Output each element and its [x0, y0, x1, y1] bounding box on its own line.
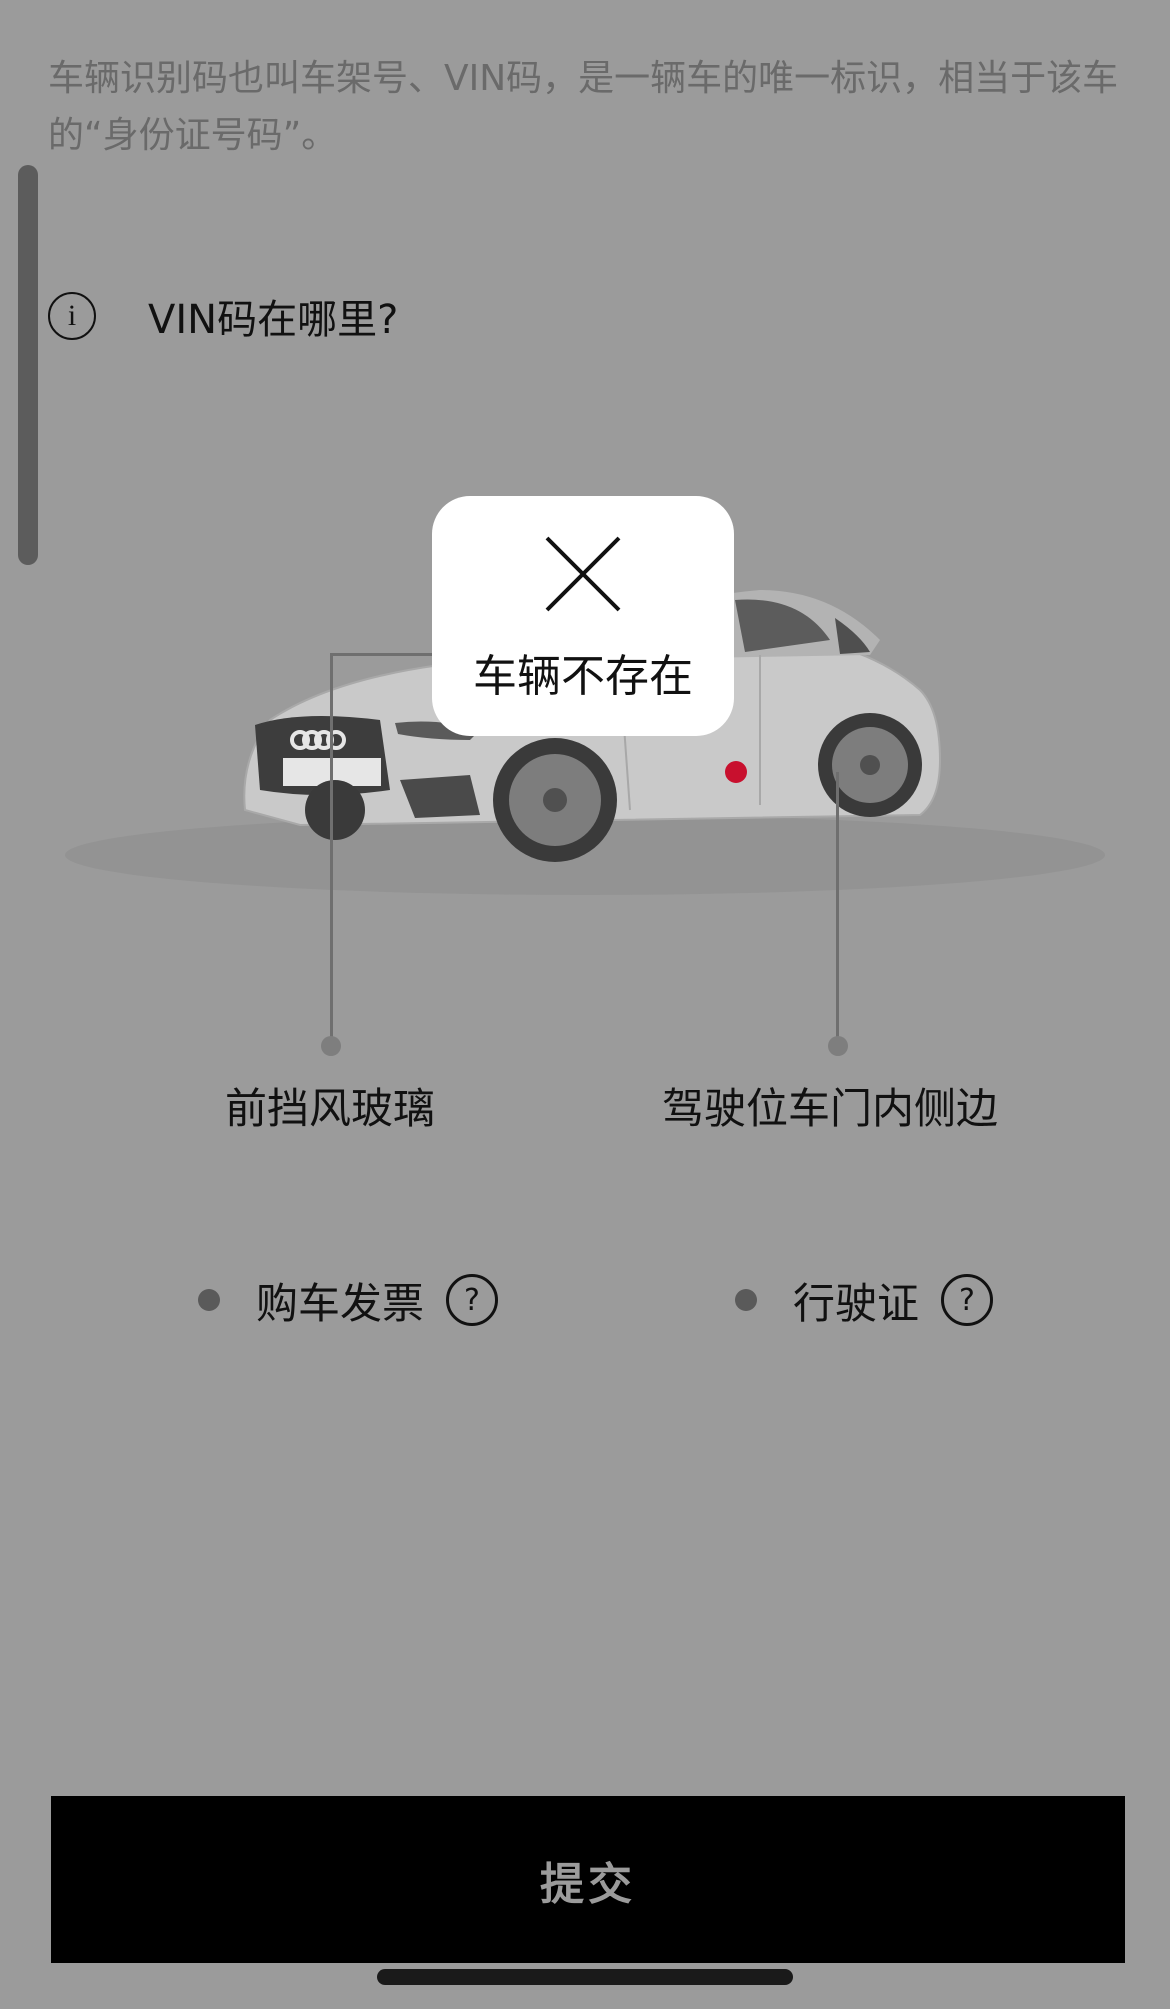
home-indicator[interactable] — [377, 1969, 793, 1985]
invoice-label: 购车发票 — [256, 1278, 425, 1328]
intro-text: 车辆识别码也叫车架号、VIN码，是一辆车的唯一标识，相当于该车的“身份证号码”。 — [48, 58, 1119, 156]
windshield-leader-dot — [321, 1036, 341, 1056]
vin-help-page: 车辆识别码也叫车架号、VIN码，是一辆车的唯一标识，相当于该车的“身份证号码”。… — [0, 0, 1170, 2009]
document-item-invoice: 购车发票 ? — [198, 1268, 499, 1332]
vin-location-header: i VIN码在哪里? — [48, 288, 398, 344]
door-leader-dot — [828, 1036, 848, 1056]
driver-door-label: 驾驶位车门内侧边 — [661, 1084, 998, 1133]
license-label: 行驶证 — [793, 1278, 920, 1328]
license-help-icon[interactable]: ? — [941, 1274, 994, 1326]
scrollbar[interactable] — [18, 165, 38, 565]
windshield-leader-line — [330, 653, 333, 1048]
windshield-label: 前挡风玻璃 — [224, 1084, 435, 1133]
vin-location-title: VIN码在哪里? — [148, 297, 399, 343]
toast-message: 车辆不存在 — [473, 651, 693, 702]
error-toast: 车辆不存在 — [432, 496, 734, 736]
close-icon — [545, 536, 621, 612]
bullet-icon — [735, 1289, 757, 1311]
invoice-help-icon[interactable]: ? — [446, 1274, 499, 1326]
vin-door-marker — [725, 761, 747, 783]
windshield-leader-line-top — [330, 653, 435, 656]
document-item-license: 行驶证 ? — [735, 1268, 994, 1332]
info-icon: i — [48, 292, 96, 340]
door-leader-line — [836, 772, 839, 1048]
submit-button[interactable]: 提交 — [51, 1796, 1125, 1963]
bullet-icon — [198, 1289, 220, 1311]
